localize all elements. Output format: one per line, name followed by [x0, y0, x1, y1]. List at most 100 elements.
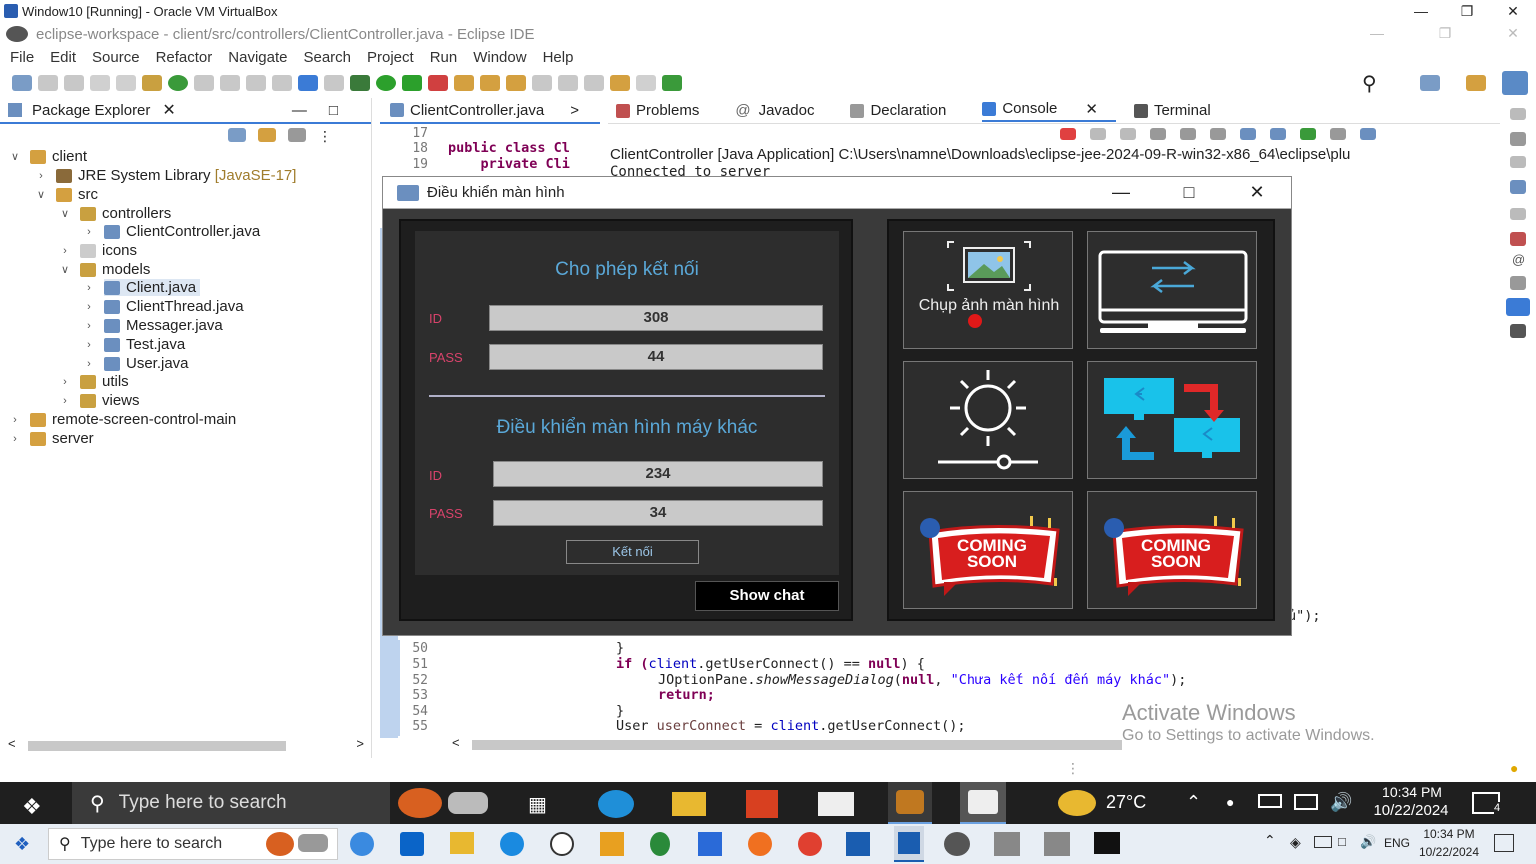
- tree-item-clientcontroller[interactable]: › ClientController.java: [82, 223, 260, 240]
- run-icon[interactable]: [376, 75, 396, 91]
- problems-icon[interactable]: [1510, 232, 1526, 246]
- coming-soon-tile-1[interactable]: COMING SOON: [903, 491, 1073, 609]
- tree-item-controllers[interactable]: ∨ controllers: [58, 205, 171, 222]
- scrollbar-thumb[interactable]: [472, 740, 1122, 750]
- refresh-icon[interactable]: [168, 75, 188, 91]
- tree-item-views[interactable]: › views: [58, 392, 139, 409]
- battery-icon[interactable]: [1258, 794, 1282, 808]
- menu-run[interactable]: Run: [430, 49, 464, 66]
- meet-icon[interactable]: □: [1338, 834, 1346, 849]
- maximize-icon[interactable]: □: [1155, 177, 1223, 209]
- scroll-left-icon[interactable]: <: [452, 735, 460, 750]
- console-icon[interactable]: [1506, 298, 1530, 316]
- lightbulb-icon[interactable]: ●: [1510, 760, 1518, 776]
- declaration-icon[interactable]: [1510, 276, 1526, 290]
- minimize-icon[interactable]: —: [1087, 177, 1155, 209]
- volume-icon[interactable]: 🔊: [1330, 792, 1352, 813]
- mail-icon[interactable]: [818, 792, 854, 816]
- share-tile[interactable]: [1087, 361, 1257, 479]
- back-icon[interactable]: [610, 75, 630, 91]
- tab-terminal[interactable]: Terminal: [1133, 102, 1229, 119]
- allow-id-field[interactable]: 308: [489, 305, 823, 331]
- view-menu-icon[interactable]: ⋮: [318, 128, 332, 145]
- tree-item-clientthread[interactable]: › ClientThread.java: [82, 298, 243, 315]
- tree-item-user[interactable]: › User.java: [82, 355, 188, 372]
- chevron-right-icon[interactable]: ›: [34, 170, 48, 182]
- paragraph-icon[interactable]: [272, 75, 292, 91]
- tree-item-messager[interactable]: › Messager.java: [82, 317, 223, 334]
- store-icon[interactable]: [746, 790, 778, 818]
- restore-icon[interactable]: [1510, 156, 1526, 168]
- java-app-icon-2[interactable]: [1044, 832, 1070, 856]
- chevron-down-icon[interactable]: ∨: [8, 150, 22, 163]
- terminate-icon[interactable]: [1060, 128, 1076, 140]
- remote-pass-field[interactable]: 34: [493, 500, 823, 526]
- close-icon[interactable]: ✕: [1085, 100, 1098, 118]
- chevron-right-icon[interactable]: >: [570, 102, 579, 119]
- leaf-icon[interactable]: [650, 832, 670, 856]
- connect-button[interactable]: Kết nối: [566, 540, 699, 564]
- package-icon[interactable]: [142, 75, 162, 91]
- tree-item-client-java[interactable]: › Client.java: [82, 279, 201, 296]
- tree-item-src[interactable]: ∨ src: [34, 186, 98, 203]
- clock-date[interactable]: 10/22/2024: [1412, 845, 1486, 859]
- outlook-icon[interactable]: [400, 832, 424, 856]
- pe-horizontal-scrollbar[interactable]: < >: [8, 736, 368, 752]
- edge-icon[interactable]: [598, 790, 634, 818]
- chevron-right-icon[interactable]: ›: [58, 245, 72, 257]
- console-icon[interactable]: [298, 75, 318, 91]
- minimize-view-icon[interactable]: —: [292, 102, 307, 119]
- guest-search-box[interactable]: ⚲ Type here to search: [72, 782, 390, 824]
- wand-icon[interactable]: [194, 75, 214, 91]
- pin-console-icon[interactable]: [1300, 128, 1316, 140]
- tab-declaration[interactable]: Declaration: [850, 102, 964, 119]
- tree-item-utils[interactable]: › utils: [58, 373, 129, 390]
- link-editor-icon[interactable]: [258, 128, 276, 142]
- remote-id-field[interactable]: 234: [493, 461, 823, 487]
- chrome-icon[interactable]: [798, 832, 822, 856]
- language-indicator[interactable]: ENG: [1384, 836, 1410, 850]
- chevron-down-icon[interactable]: ∨: [34, 188, 48, 201]
- external-tools-icon[interactable]: [428, 75, 448, 91]
- windows-start-icon[interactable]: ❖: [22, 794, 42, 820]
- allow-pass-field[interactable]: 44: [489, 344, 823, 370]
- host-search-box[interactable]: ⚲ Type here to search: [48, 828, 338, 860]
- terminal-icon[interactable]: [1510, 324, 1526, 338]
- close-icon[interactable]: ✕: [1223, 177, 1291, 209]
- last-edit-icon[interactable]: [584, 75, 604, 91]
- minimize-icon[interactable]: —: [1354, 22, 1400, 44]
- close-icon[interactable]: ✕: [1490, 0, 1536, 22]
- undo-icon[interactable]: [90, 75, 110, 91]
- chevron-right-icon[interactable]: ›: [8, 433, 22, 445]
- tab-javadoc[interactable]: @ Javadoc: [735, 102, 832, 119]
- chevron-up-icon[interactable]: ⌃: [1186, 792, 1201, 813]
- tree-item-client[interactable]: ∨ client: [8, 148, 87, 165]
- scrollbar-thumb[interactable]: [28, 741, 286, 751]
- search-toggle-icon[interactable]: [324, 75, 344, 91]
- people-icon[interactable]: ●: [1226, 794, 1234, 810]
- package-explorer-title[interactable]: Package Explorer: [32, 102, 150, 119]
- pencil-icon[interactable]: [220, 75, 240, 91]
- menu-window[interactable]: Window: [473, 49, 532, 66]
- clock-time[interactable]: 10:34 PM: [1374, 784, 1450, 800]
- scroll-lock-icon[interactable]: [1180, 128, 1196, 140]
- open-type-icon[interactable]: [454, 75, 474, 91]
- show-stderr-icon[interactable]: [1270, 128, 1286, 140]
- wifi-icon[interactable]: ◈: [1290, 834, 1301, 851]
- tab-console[interactable]: Console ✕: [982, 100, 1116, 122]
- hierarchy-icon[interactable]: [1510, 180, 1526, 194]
- menu-edit[interactable]: Edit: [50, 49, 82, 66]
- chevron-up-icon[interactable]: ⌃: [1264, 832, 1276, 849]
- tree-item-jre[interactable]: › JRE System Library [JavaSE-17]: [34, 167, 296, 184]
- search-icon[interactable]: ⚲: [1362, 71, 1377, 96]
- chevron-right-icon[interactable]: ›: [82, 282, 96, 294]
- battery-icon[interactable]: [1314, 836, 1332, 848]
- screenshot-tile[interactable]: Chụp ảnh màn hình: [903, 231, 1073, 349]
- chevron-down-icon[interactable]: ∨: [58, 263, 72, 276]
- task-view-icon[interactable]: ▦: [528, 792, 547, 817]
- show-chat-button[interactable]: Show chat: [695, 581, 839, 611]
- brightness-tile[interactable]: [903, 361, 1073, 479]
- collapse-all-icon[interactable]: [228, 128, 246, 142]
- taskbar-vm-window[interactable]: [894, 826, 924, 862]
- chevron-right-icon[interactable]: ›: [58, 395, 72, 407]
